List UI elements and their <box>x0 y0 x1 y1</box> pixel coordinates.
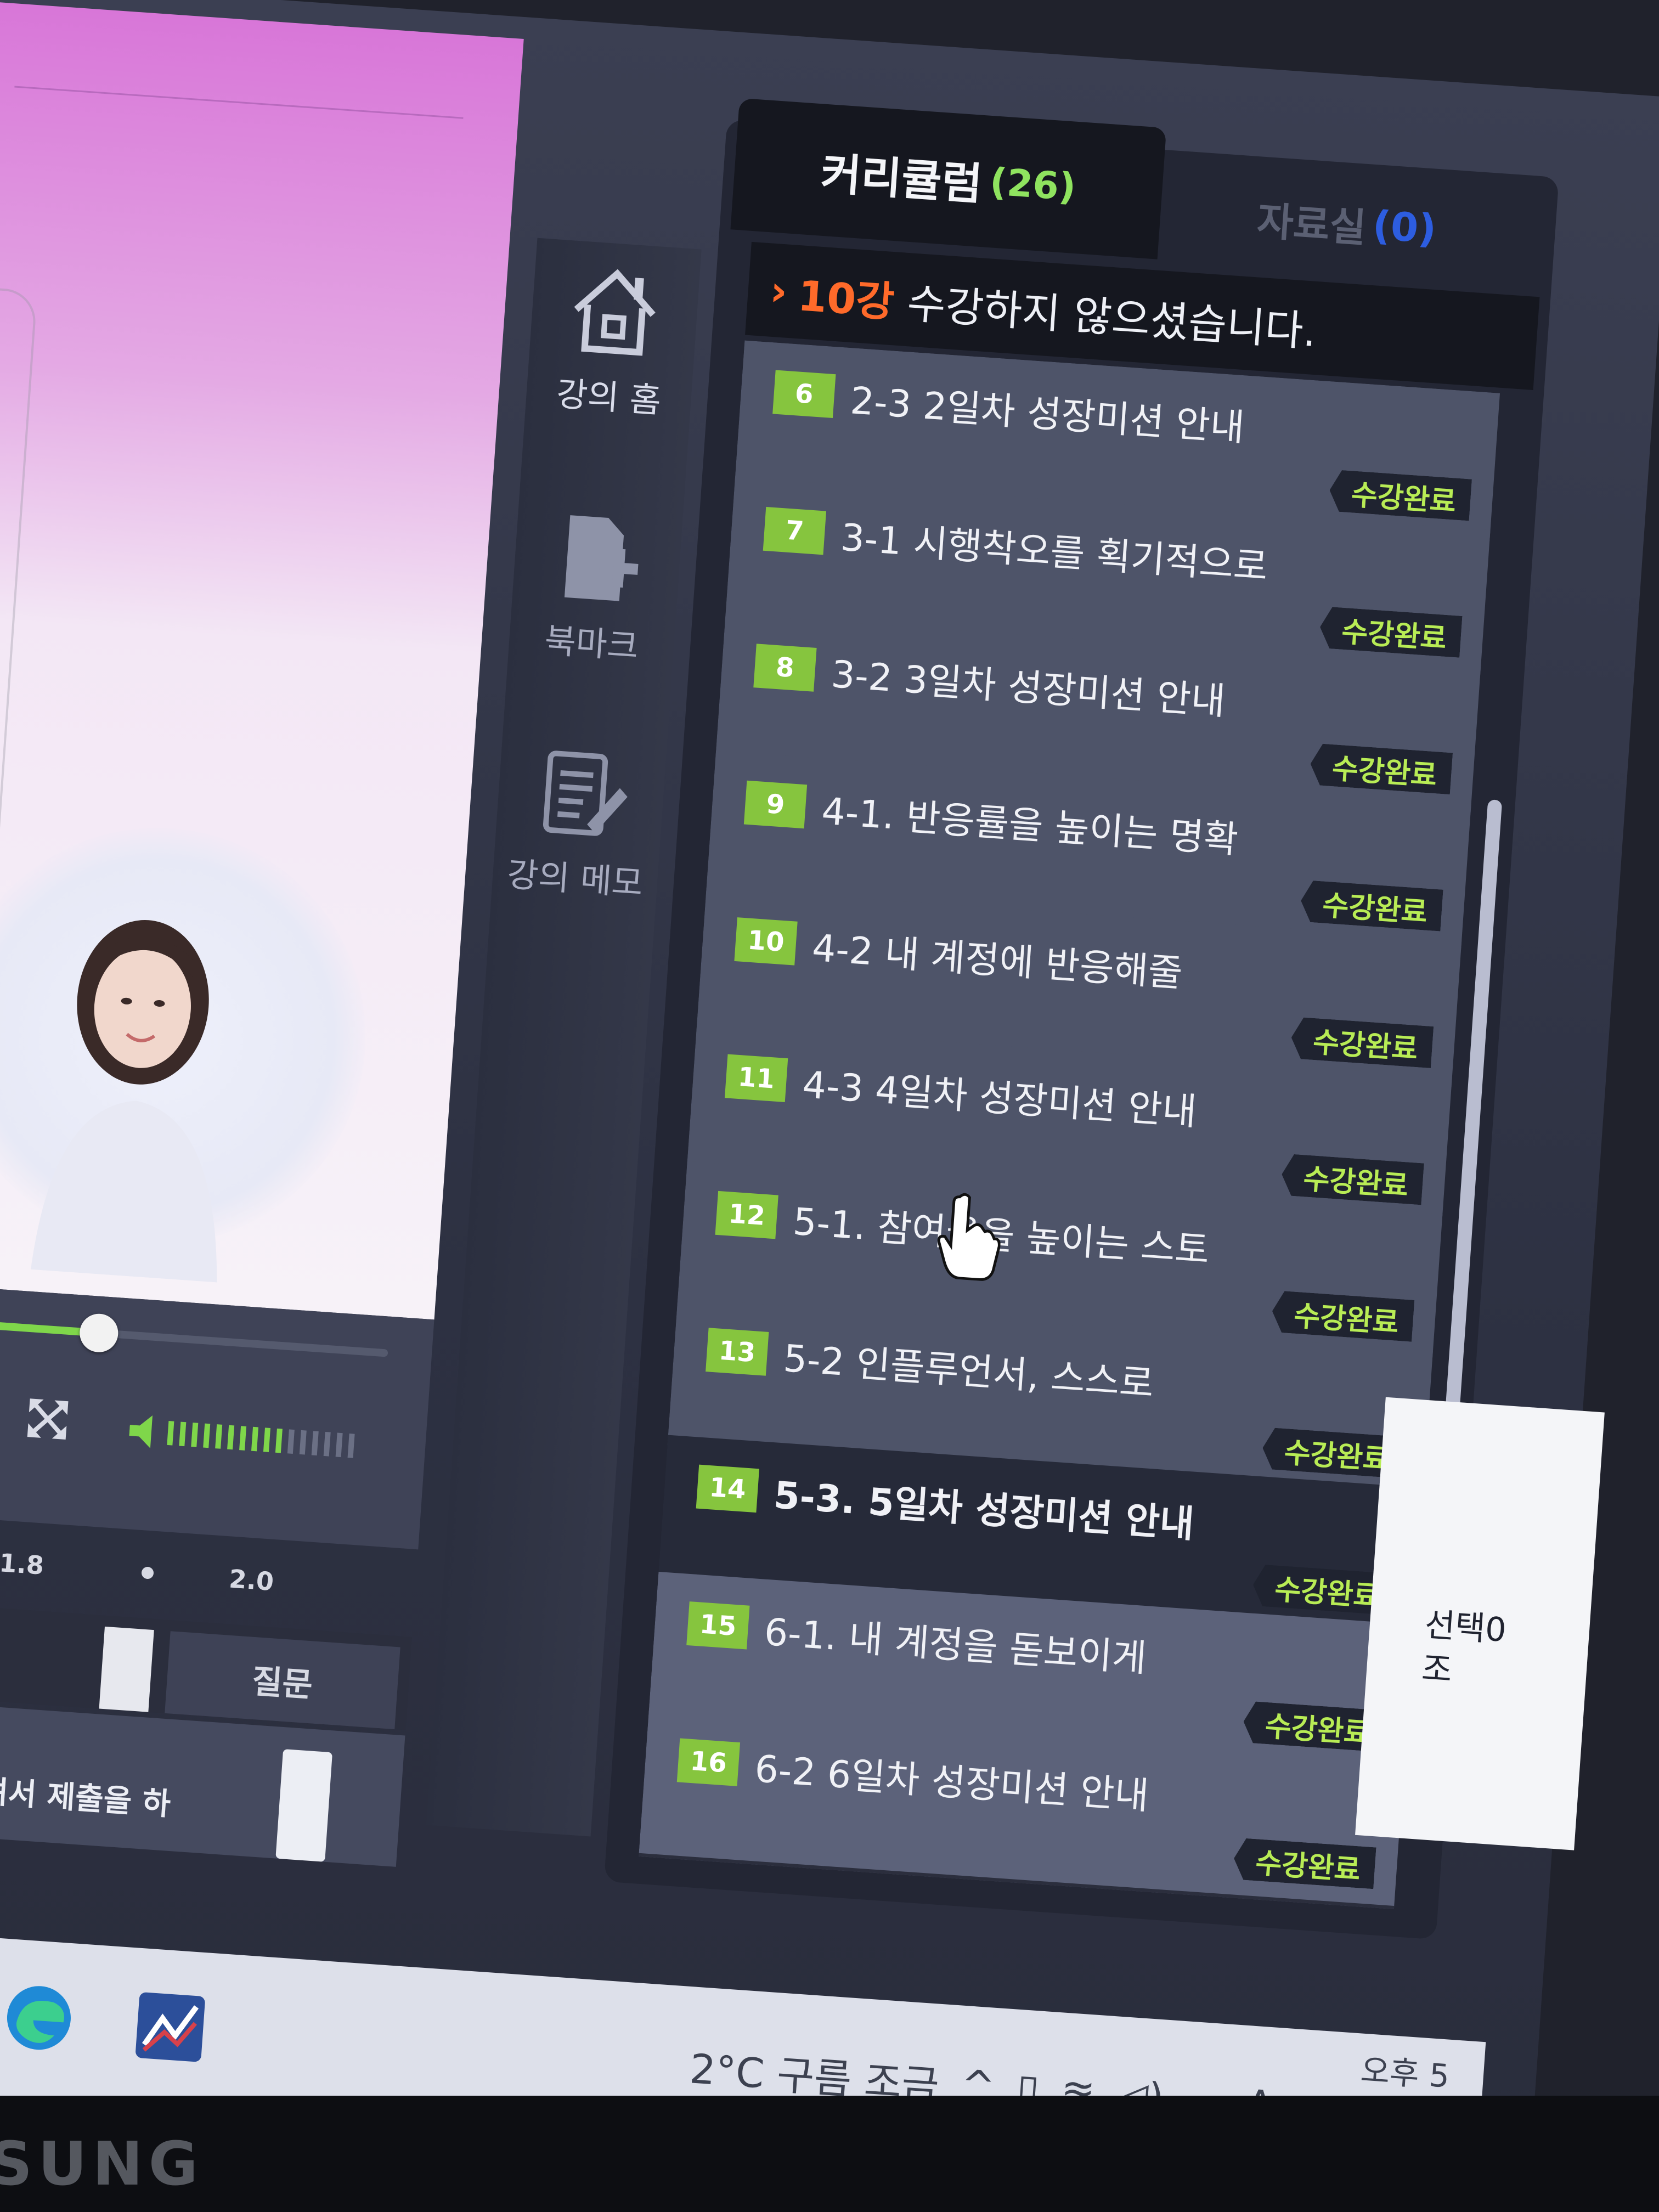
lesson-title: 4-2 내 계정에 반응해줄 <box>810 926 1184 996</box>
volume-slider[interactable] <box>128 1408 372 1469</box>
lesson-number-badge: 14 <box>696 1464 759 1513</box>
lesson-number-badge: 7 <box>763 506 827 555</box>
tab-curriculum-label: 커리큘럼 <box>819 148 984 210</box>
nav-lecture-home[interactable]: 강의 홈 <box>521 238 702 479</box>
notice-lesson-number: 10강 <box>796 271 896 327</box>
background-window: 선택0 조 <box>1355 1397 1605 1850</box>
volume-tick <box>167 1421 174 1446</box>
volume-tick <box>239 1426 247 1451</box>
speed-dot[interactable] <box>141 1566 154 1579</box>
question-button[interactable]: 질문 <box>165 1631 400 1730</box>
lesson-title: 5-3. 5일차 성장미션 안내 <box>772 1474 1196 1547</box>
volume-tick <box>215 1424 223 1449</box>
lesson-title: 6-2 6일차 성장미션 안내 <box>753 1747 1150 1819</box>
lesson-number-badge: 8 <box>753 644 817 692</box>
lesson-title: 3-1 시행착오를 획기적으로 <box>839 516 1269 589</box>
memo-icon <box>543 751 628 836</box>
lesson-number-badge: 12 <box>715 1190 778 1239</box>
volume-tick <box>203 1423 211 1448</box>
volume-tick <box>335 1432 343 1458</box>
lesson-number-badge: 13 <box>706 1328 769 1376</box>
lesson-title: 3-2 3일차 성장미션 안내 <box>830 653 1227 724</box>
volume-tick <box>191 1423 199 1447</box>
video-player[interactable] <box>0 2 524 1320</box>
monitor-bezel <box>0 2096 1659 2212</box>
volume-tick <box>263 1427 270 1452</box>
lesson-number-badge: 10 <box>734 917 798 966</box>
lesson-status-badge: 수강완료 <box>1271 1290 1414 1342</box>
lesson-status-badge: 수강완료 <box>1318 606 1462 658</box>
lesson-status-badge: 수강완료 <box>1328 470 1472 521</box>
home-icon <box>574 269 656 356</box>
lesson-number-badge: 15 <box>686 1601 750 1650</box>
bookmark-add-icon <box>564 515 639 601</box>
chevron-right-icon: › <box>768 266 789 316</box>
presenter-image <box>31 920 217 1283</box>
volume-tick <box>179 1421 187 1447</box>
stock-app-icon[interactable] <box>129 1986 211 2068</box>
tab-curriculum-count: (26) <box>988 160 1077 210</box>
volume-tick <box>251 1426 259 1452</box>
question-text: 면이 열려서 제출을 하 <box>0 1767 172 1822</box>
nav-bookmark-label: 북마크 <box>543 620 640 667</box>
player-controls <box>0 1283 435 1550</box>
volume-tick <box>299 1430 307 1455</box>
speed-label-1[interactable]: 1.8 <box>0 1548 45 1581</box>
lesson-status-badge: 수강완료 <box>1233 1838 1376 1889</box>
nav-lecture-memo[interactable]: 강의 메모 <box>488 720 668 961</box>
nav-lecture-home-label: 강의 홈 <box>555 373 663 421</box>
nav-bookmark[interactable]: 북마크 <box>504 484 685 726</box>
background-window-text-2: 조 <box>1420 1649 1454 1690</box>
screen: 1.8 2.0 질문 면이 열려서 제출을 하 강의 홈 북마크 <box>0 0 1659 2207</box>
volume-tick <box>347 1434 355 1458</box>
hand-cursor-icon <box>937 1193 1001 1281</box>
lesson-status-badge: 수강완료 <box>1300 880 1443 932</box>
speed-label-2[interactable]: 2.0 <box>228 1564 275 1596</box>
volume-tick <box>323 1431 331 1457</box>
question-scroll-buttons[interactable] <box>275 1749 333 1862</box>
tab-materials-label: 자료실 <box>1255 197 1368 251</box>
lesson-status-badge: 수강완료 <box>1309 743 1453 794</box>
lesson-title: 2-3 2일차 성장미션 안내 <box>849 379 1246 450</box>
edge-browser-icon[interactable] <box>0 1977 80 2058</box>
nav-lecture-memo-label: 강의 메모 <box>505 854 645 904</box>
monitor-brand: SUNG <box>0 2129 204 2199</box>
volume-tick <box>227 1425 235 1450</box>
lesson-title: 4-1. 반응률을 높이는 명확 <box>820 789 1240 862</box>
tab-materials-count: (0) <box>1371 201 1438 252</box>
lesson-title: 5-2 인플루언서, 스스로 <box>782 1337 1155 1407</box>
lesson-number-badge: 11 <box>724 1054 788 1102</box>
video-frame-line <box>14 86 464 119</box>
volume-tick <box>287 1429 295 1454</box>
photo-frame: 1.8 2.0 질문 면이 열려서 제출을 하 강의 홈 북마크 <box>0 0 1659 2212</box>
progress-knob[interactable] <box>78 1312 120 1354</box>
lesson-title: 6-1. 내 계정을 돋보이게 <box>763 1610 1148 1681</box>
question-toggle[interactable] <box>99 1626 154 1712</box>
lesson-status-badge: 수강완료 <box>1290 1017 1434 1068</box>
volume-tick <box>275 1428 283 1453</box>
lesson-title: 4-3 4일차 성장미션 안내 <box>801 1063 1198 1135</box>
lesson-number-badge: 9 <box>743 780 808 829</box>
lesson-number-badge: 16 <box>676 1738 741 1786</box>
volume-tick <box>311 1431 319 1456</box>
fullscreen-icon[interactable] <box>19 1390 77 1448</box>
lesson-status-badge: 수강완료 <box>1280 1154 1424 1205</box>
progress-bar[interactable] <box>0 1312 388 1357</box>
lesson-number-badge: 6 <box>772 370 836 419</box>
notice-text: 수강하지 않으셨습니다. <box>905 279 1318 357</box>
